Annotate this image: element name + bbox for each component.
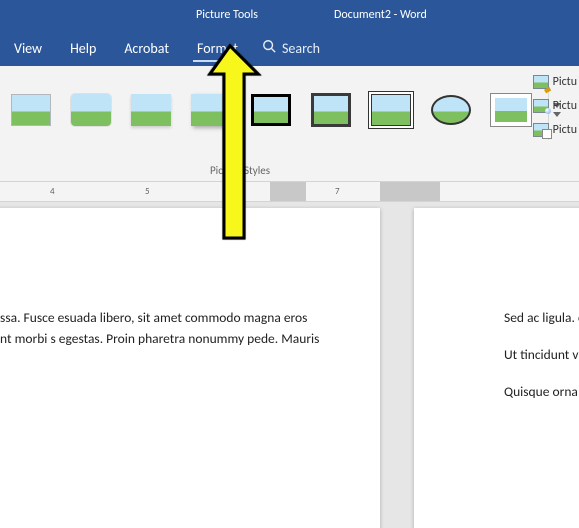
ruler-page-gap: [380, 182, 440, 201]
tab-acrobat[interactable]: Acrobat: [110, 30, 183, 66]
ruler-number: 6: [240, 186, 245, 197]
page-1[interactable]: t. Maecenas porttitor congue massa. Fusc…: [0, 208, 380, 528]
picture-border-label: Pictu: [553, 75, 577, 89]
body-text[interactable]: t. Maecenas porttitor congue massa. Fusc…: [0, 308, 320, 350]
picture-border-button[interactable]: Pictu: [533, 72, 577, 92]
ribbon-tabs: View Help Acrobat Format Search: [0, 30, 579, 66]
tell-me-search[interactable]: Search: [262, 39, 320, 57]
picture-layout-button[interactable]: Pictu: [533, 120, 577, 140]
picture-layout-icon: [533, 123, 549, 137]
ruler-number: 4: [50, 186, 55, 197]
document-title: Document2 - Word: [334, 8, 427, 22]
picture-style-option[interactable]: [488, 90, 534, 130]
picture-effects-label: Pictu: [553, 99, 577, 113]
picture-style-option[interactable]: [368, 90, 414, 130]
picture-layout-label: Pictu: [553, 123, 577, 137]
body-text[interactable]: Quisque orna posuere velit augue. Nam t: [504, 382, 579, 403]
picture-style-option[interactable]: [68, 90, 114, 130]
title-bar: Picture Tools Document2 - Word: [0, 0, 579, 30]
page-2[interactable]: Sed ac ligula. cursus portti Ut tincidun…: [414, 208, 579, 528]
search-label: Search: [282, 40, 320, 57]
body-text[interactable]: Sed ac ligula. cursus portti: [504, 308, 579, 329]
picture-style-option[interactable]: [188, 90, 234, 130]
picture-style-commands: Pictu Pictu Pictu: [533, 72, 579, 140]
search-icon: [262, 39, 276, 57]
contextual-tab-picture-tools: Picture Tools: [180, 3, 274, 27]
picture-styles-gallery: [0, 66, 579, 148]
ruler-number: 5: [145, 186, 150, 197]
horizontal-ruler[interactable]: 4 5 6 7: [0, 182, 579, 202]
picture-style-option[interactable]: [128, 90, 174, 130]
body-text[interactable]: Ut tincidunt v posuere quam Maecenas pe …: [504, 345, 579, 366]
picture-effects-icon: [533, 99, 549, 113]
picture-style-option[interactable]: [428, 90, 474, 130]
tab-format[interactable]: Format: [183, 30, 252, 66]
ribbon-group-label: Picture Styles: [210, 164, 270, 177]
picture-effects-button[interactable]: Pictu: [533, 96, 577, 116]
ruler-number: 7: [335, 186, 340, 197]
picture-border-icon: [533, 75, 549, 89]
document-canvas[interactable]: t. Maecenas porttitor congue massa. Fusc…: [0, 202, 579, 528]
tab-view[interactable]: View: [0, 30, 56, 66]
picture-style-option[interactable]: [248, 90, 294, 130]
ribbon-format: Picture Styles Pictu Pictu Pictu: [0, 66, 579, 182]
ruler-margin-gap: [270, 182, 306, 201]
picture-style-option[interactable]: [8, 90, 54, 130]
picture-style-option[interactable]: [308, 90, 354, 130]
tab-help[interactable]: Help: [56, 30, 110, 66]
